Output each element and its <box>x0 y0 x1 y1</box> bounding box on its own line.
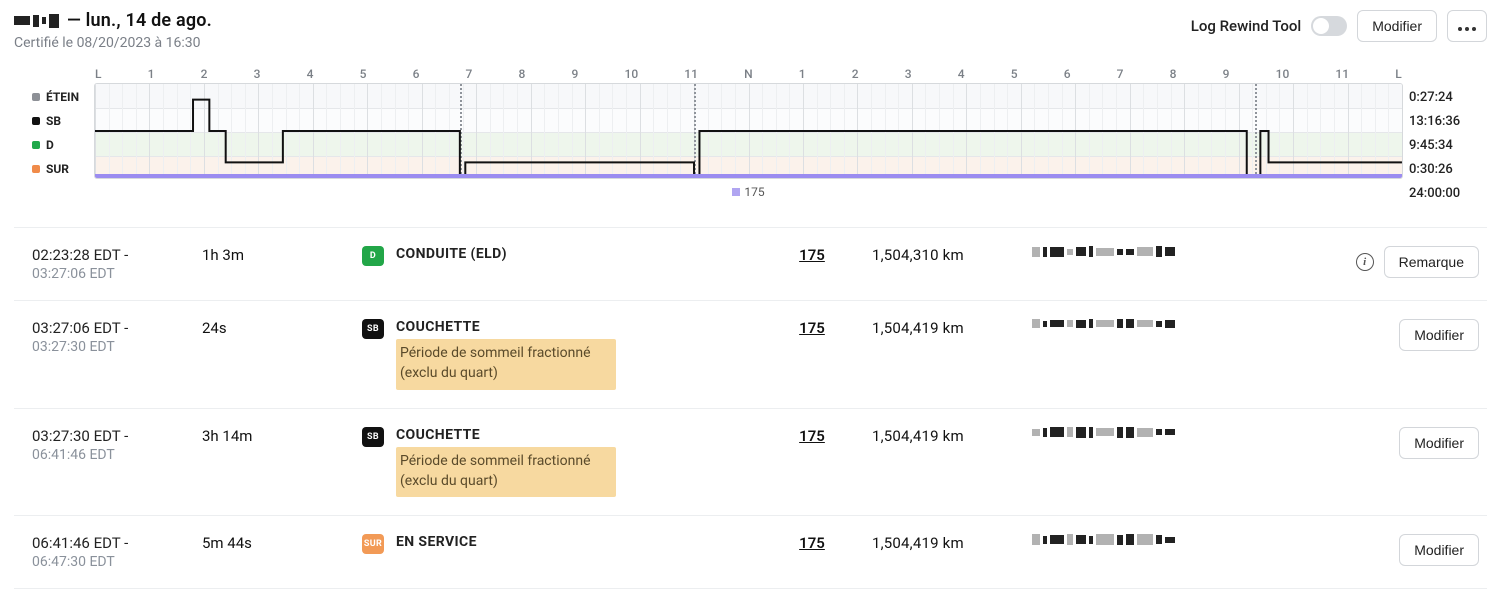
status-badge: SUR <box>362 534 384 554</box>
page-title: — lun., 14 de ago. <box>67 10 212 31</box>
legend-text: 175 <box>744 185 764 199</box>
odometer: 1,504,419 km <box>872 427 1022 445</box>
duration: 5m 44s <box>202 534 352 552</box>
modify-row-button[interactable]: Modifier <box>1399 427 1479 459</box>
time-end: 06:47:30 EDT <box>32 554 192 570</box>
odometer: 1,504,419 km <box>872 534 1022 552</box>
x-tick: 8 <box>1170 67 1177 81</box>
time-end: 06:41:46 EDT <box>32 447 192 463</box>
location-redacted <box>1032 246 1175 257</box>
rewind-toggle-label: Log Rewind Tool <box>1191 17 1301 35</box>
status-name: COUCHETTE <box>396 319 616 335</box>
x-tick: 5 <box>360 67 367 81</box>
location-redacted <box>1032 319 1175 328</box>
total-total: 24:00:00 <box>1403 181 1487 205</box>
x-tick: N <box>744 67 753 81</box>
modify-row-button[interactable]: Modifier <box>1399 534 1479 566</box>
x-tick: 3 <box>905 67 912 81</box>
x-tick: 11 <box>684 67 698 81</box>
lane-label-on: SUR <box>14 157 94 181</box>
lane-label-d: D <box>14 133 94 157</box>
lane-label-off: ÉTEIN <box>14 85 94 109</box>
duration: 3h 14m <box>202 427 352 445</box>
time-end: 03:27:30 EDT <box>32 339 192 355</box>
location-redacted <box>1032 427 1175 438</box>
ellipsis-icon <box>1458 27 1476 31</box>
x-tick: 10 <box>625 67 639 81</box>
vehicle-id-link[interactable]: 175 <box>799 534 825 552</box>
location-redacted <box>1032 534 1175 545</box>
log-row: 02:23:28 EDT - 03:27:06 EDT 1h 3m D CONDUITE… <box>14 228 1487 301</box>
duration: 1h 3m <box>202 246 352 264</box>
vehicle-id-link[interactable]: 175 <box>799 246 825 264</box>
log-row: 03:27:06 EDT - 03:27:30 EDT 24s SB COUCHETTE… <box>14 301 1487 409</box>
x-tick: 7 <box>1117 67 1124 81</box>
status-badge: SB <box>362 319 384 339</box>
shift-bar <box>95 174 1402 178</box>
x-tick: 4 <box>958 67 965 81</box>
hos-chart: ÉTEINSBDSUR L 1 2 3 4 5 6 7 8 9 10 11 N 1 2 3 4 5 6 7 8 9 10 11… <box>14 67 1487 205</box>
total-on: 0:30:26 <box>1403 157 1487 181</box>
modify-row-button[interactable]: Modifier <box>1399 319 1479 351</box>
total-d: 9:45:34 <box>1403 133 1487 157</box>
x-tick: L <box>95 67 101 81</box>
time-start: 03:27:06 EDT - <box>32 319 192 337</box>
x-tick: 5 <box>1011 67 1018 81</box>
driver-name-redacted <box>14 14 59 28</box>
vehicle-id-link[interactable]: 175 <box>799 319 825 337</box>
x-tick: 6 <box>413 67 420 81</box>
rewind-toggle[interactable] <box>1311 16 1347 36</box>
status-note: Période de sommeil fractionné (exclu du … <box>396 447 616 498</box>
x-tick: 2 <box>852 67 859 81</box>
x-tick: 2 <box>201 67 208 81</box>
x-tick: 11 <box>1335 67 1349 81</box>
x-tick: 4 <box>307 67 314 81</box>
status-name: EN SERVICE <box>396 534 477 550</box>
more-button[interactable] <box>1447 10 1487 42</box>
x-tick: L <box>1395 67 1401 81</box>
remark-button[interactable]: Remarque <box>1384 246 1479 278</box>
x-tick: 8 <box>519 67 526 81</box>
log-list: 02:23:28 EDT - 03:27:06 EDT 1h 3m D CONDUITE… <box>14 227 1487 589</box>
odometer: 1,504,419 km <box>872 319 1022 337</box>
total-sb: 13:16:36 <box>1403 109 1487 133</box>
x-tick: 7 <box>466 67 473 81</box>
odometer: 1,504,310 km <box>872 246 1022 264</box>
status-name: COUCHETTE <box>396 427 616 443</box>
time-start: 06:41:46 EDT - <box>32 534 192 552</box>
time-start: 02:23:28 EDT - <box>32 246 192 264</box>
status-badge: D <box>362 246 384 266</box>
legend-square-icon <box>732 188 740 196</box>
x-tick: 6 <box>1064 67 1071 81</box>
lane-label-sb: SB <box>14 109 94 133</box>
x-tick: 3 <box>254 67 261 81</box>
certified-text: Certifié le 08/20/2023 à 16:30 <box>14 35 212 51</box>
info-icon[interactable]: i <box>1356 253 1374 271</box>
status-badge: SB <box>362 427 384 447</box>
x-tick: 1 <box>148 67 155 81</box>
time-start: 03:27:30 EDT - <box>32 427 192 445</box>
x-tick: 10 <box>1276 67 1290 81</box>
time-end: 03:27:06 EDT <box>32 266 192 282</box>
x-tick: 9 <box>1223 67 1230 81</box>
total-off: 0:27:24 <box>1403 85 1487 109</box>
vehicle-id-link[interactable]: 175 <box>799 427 825 445</box>
status-note: Période de sommeil fractionné (exclu du … <box>396 339 616 390</box>
duration: 24s <box>202 319 352 337</box>
status-name: CONDUITE (ELD) <box>396 246 507 262</box>
modifier-button[interactable]: Modifier <box>1357 10 1437 42</box>
log-row: 03:27:30 EDT - 06:41:46 EDT 3h 14m SB COUCHE… <box>14 409 1487 517</box>
log-row: 06:41:46 EDT - 06:47:30 EDT 5m 44s SUR EN SE… <box>14 516 1487 589</box>
x-tick: 1 <box>799 67 806 81</box>
x-tick: 9 <box>572 67 579 81</box>
